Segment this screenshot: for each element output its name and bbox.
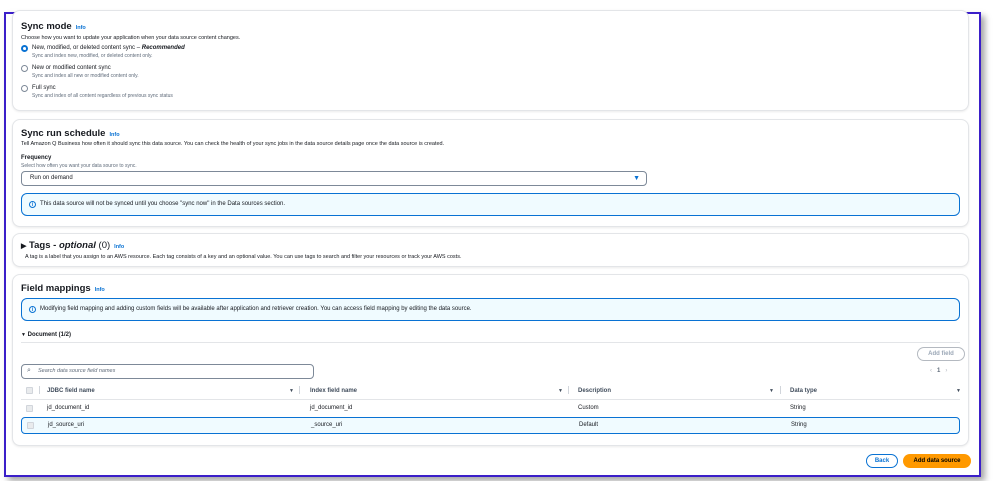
select-all-checkbox[interactable] <box>26 387 33 394</box>
frequency-value: Run on demand <box>30 175 73 181</box>
column-header-jdbc[interactable]: JDBC field name <box>47 388 95 394</box>
info-link[interactable]: Info <box>95 287 105 293</box>
frequency-hint: Select how often you want your data sour… <box>21 163 137 169</box>
info-icon: i <box>29 201 36 208</box>
caret-down-icon: ▼ <box>21 332 26 338</box>
schedule-title: Sync run schedule Info <box>21 128 120 139</box>
option-label: New, modified, or deleted content sync –… <box>32 45 185 51</box>
option-description: Sync and index all new or modified conte… <box>32 73 139 79</box>
tags-card: ▶ Tags - optional (0) Info A tag is a lab… <box>12 233 969 267</box>
field-mappings-card: Field mappings Info i Modifying field mapp… <box>12 274 969 446</box>
back-button[interactable]: Back <box>866 454 898 468</box>
radio-new-modified-deleted[interactable] <box>21 45 28 52</box>
info-icon: i <box>29 306 36 313</box>
data-type-cell: String <box>791 422 807 428</box>
column-separator <box>299 386 300 394</box>
column-header-data-type[interactable]: Data type <box>790 388 817 394</box>
search-placeholder: Search data source field names <box>38 368 116 374</box>
search-input[interactable]: ⌕ Search data source field names <box>21 364 314 379</box>
page-number[interactable]: 1 <box>937 368 940 374</box>
option-description: Sync and index new, modified, or deleted… <box>32 53 153 59</box>
column-separator <box>39 386 40 394</box>
option-description: Sync and index of all content regardless… <box>32 93 173 99</box>
tags-toggle[interactable]: ▶ Tags - optional (0) Info <box>21 240 124 251</box>
alert-text: Modifying field mapping and adding custo… <box>40 306 472 312</box>
column-separator <box>568 386 569 394</box>
sort-icon[interactable]: ▼ <box>769 388 774 394</box>
index-field-cell: _source_uri <box>311 422 343 428</box>
info-link[interactable]: Info <box>76 25 86 31</box>
column-header-index[interactable]: Index field name <box>310 388 357 394</box>
sort-icon[interactable]: ▼ <box>289 388 294 394</box>
divider <box>21 342 960 343</box>
wizard-frame: Sync mode Info Choose how you want to upd… <box>4 10 981 477</box>
alert-text: This data source will not be synced unti… <box>40 201 286 207</box>
description-cell: Default <box>579 422 599 428</box>
field-mapping-alert: i Modifying field mapping and adding cust… <box>21 298 960 321</box>
jdbc-field-cell: jd_source_uri <box>48 422 85 428</box>
option-label: Full sync <box>32 85 56 91</box>
frequency-label: Frequency <box>21 155 52 161</box>
document-section-toggle[interactable]: ▼ Document (1/2) <box>21 332 71 338</box>
caret-down-icon: ▼ <box>633 175 640 182</box>
sort-icon[interactable]: ▼ <box>558 388 563 394</box>
column-header-description[interactable]: Description <box>578 388 611 394</box>
index-field-cell: jd_document_id <box>310 405 353 411</box>
add-field-button[interactable]: Add field <box>917 347 965 361</box>
prev-page-icon[interactable]: ‹ <box>930 368 932 374</box>
sync-info-alert: i This data source will not be synced unt… <box>21 193 960 216</box>
option-label: New or modified content sync <box>32 65 111 71</box>
radio-full-sync[interactable] <box>21 85 28 92</box>
tags-description: A tag is a label that you assign to an A… <box>25 254 462 260</box>
row-checkbox[interactable] <box>26 405 33 412</box>
data-type-cell: String <box>790 405 806 411</box>
sync-mode-title: Sync mode Info <box>21 21 86 32</box>
table-row-selected[interactable]: jd_source_uri _source_uri Default String <box>21 417 960 434</box>
description-cell: Custom <box>578 405 599 411</box>
next-page-icon[interactable]: › <box>945 368 947 374</box>
radio-new-modified[interactable] <box>21 65 28 72</box>
sync-schedule-card: Sync run schedule Info Tell Amazon Q Busi… <box>12 119 969 227</box>
pagination: ‹ 1 › <box>930 368 947 374</box>
schedule-description: Tell Amazon Q Business how often it shou… <box>21 141 445 147</box>
sync-mode-description: Choose how you want to update your appli… <box>21 35 241 41</box>
column-separator <box>780 386 781 394</box>
info-link[interactable]: Info <box>109 132 119 138</box>
sync-mode-card: Sync mode Info Choose how you want to upd… <box>12 10 969 111</box>
table-row[interactable]: jd_document_id jd_document_id Custom Str… <box>21 400 960 417</box>
jdbc-field-cell: jd_document_id <box>47 405 90 411</box>
row-checkbox[interactable] <box>27 422 34 429</box>
search-icon: ⌕ <box>27 367 31 374</box>
field-mappings-title: Field mappings Info <box>21 283 105 294</box>
add-data-source-button[interactable]: Add data source <box>903 454 971 468</box>
sort-icon[interactable]: ▼ <box>956 388 961 394</box>
frequency-select[interactable]: Run on demand ▼ <box>21 171 647 186</box>
caret-right-icon: ▶ <box>21 243 27 250</box>
info-link[interactable]: Info <box>114 244 124 250</box>
